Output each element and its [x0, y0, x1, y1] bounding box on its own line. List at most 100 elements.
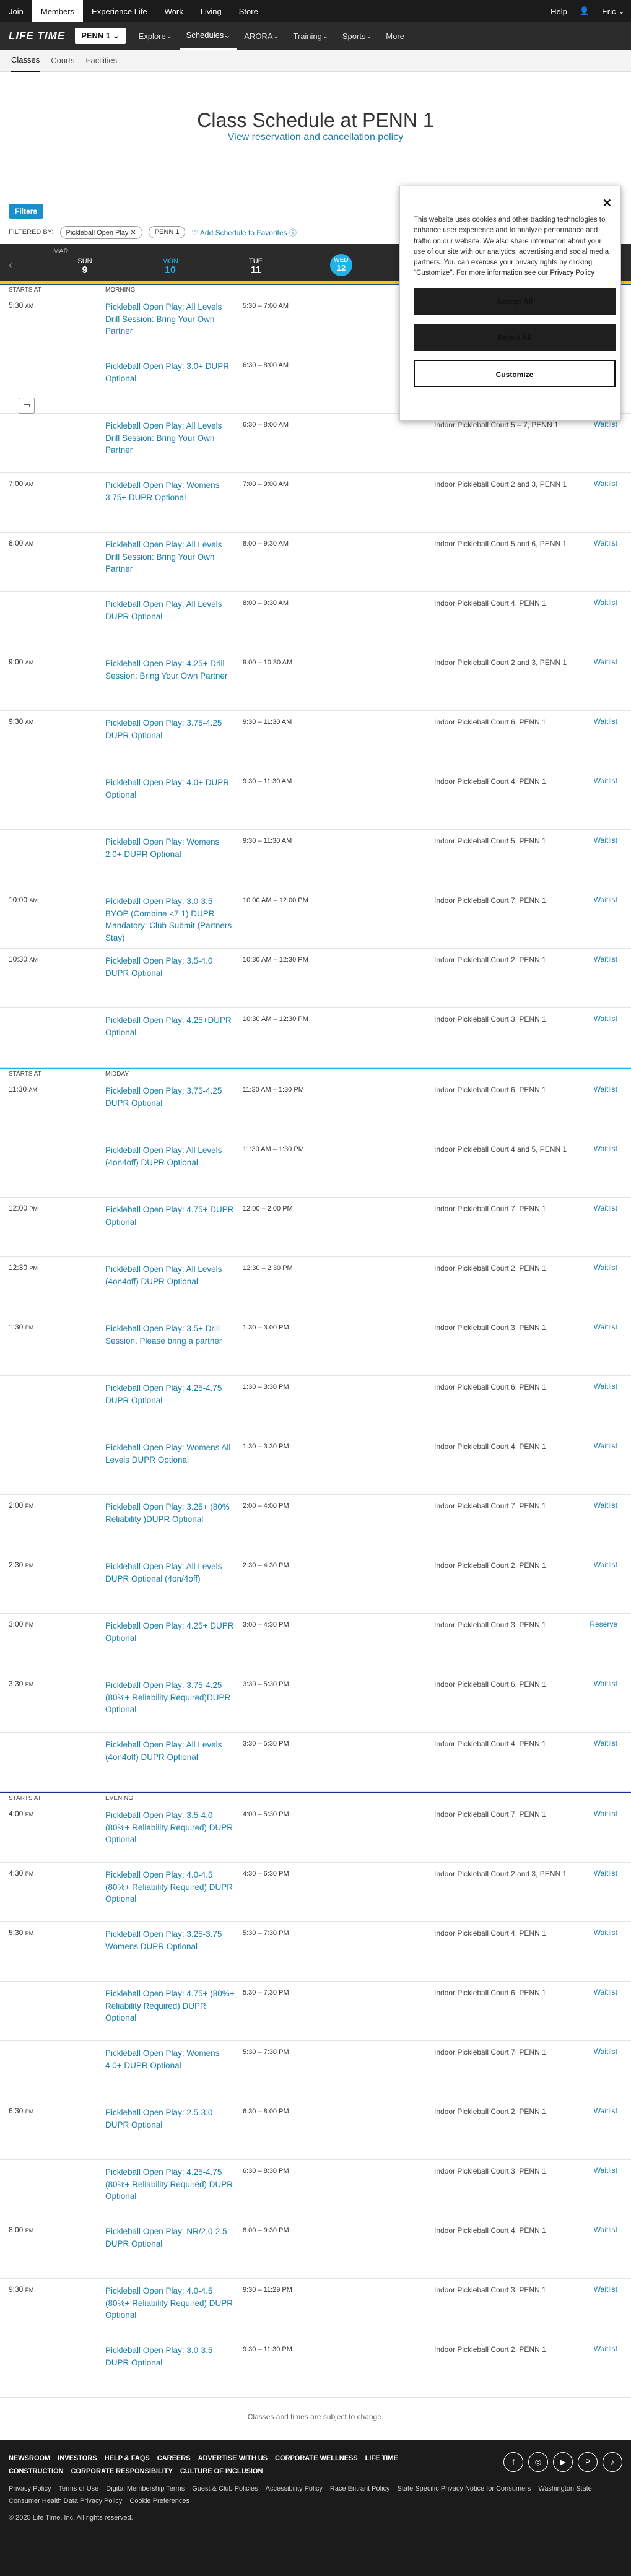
waitlist-button[interactable]: Waitlist	[589, 658, 626, 710]
class-name-link[interactable]: Pickleball Open Play: 3.0-3.5 DUPR Optio…	[105, 2344, 243, 2397]
waitlist-button[interactable]: Waitlist	[589, 1382, 626, 1435]
class-name-link[interactable]: Pickleball Open Play: 3.75-4.25 DUPR Opt…	[105, 717, 243, 770]
user-menu[interactable]: Eric ⌄	[596, 0, 631, 22]
class-name-link[interactable]: Pickleball Open Play: All Levels DUPR Op…	[105, 598, 243, 651]
waitlist-button[interactable]: Waitlist	[589, 1928, 626, 1981]
class-name-link[interactable]: Pickleball Open Play: NR/2.0-2.5 DUPR Op…	[105, 2226, 243, 2278]
waitlist-button[interactable]: Waitlist	[589, 2107, 626, 2159]
waitlist-button[interactable]: Waitlist	[589, 1263, 626, 1316]
waitlist-button[interactable]: Waitlist	[589, 1679, 626, 1732]
footer-link[interactable]: ADVERTISE WITH US	[198, 2455, 268, 2462]
waitlist-button[interactable]: Waitlist	[589, 1204, 626, 1256]
waitlist-button[interactable]: Waitlist	[589, 836, 626, 889]
accept-all-button[interactable]: Accept All	[414, 287, 616, 315]
filter-pill-club[interactable]: PENN 1	[148, 226, 186, 238]
nav-item-explore[interactable]: Explore ⌄	[132, 22, 180, 50]
feedback-icon[interactable]: ▭	[19, 398, 35, 414]
close-icon[interactable]: ✕	[131, 229, 136, 237]
class-name-link[interactable]: Pickleball Open Play: 3.75-4.25 (80%+ Re…	[105, 1679, 243, 1732]
day-sun[interactable]: SUN 9	[42, 258, 128, 281]
day-wed[interactable]: WED 12	[298, 254, 384, 281]
class-name-link[interactable]: Pickleball Open Play: All Levels (4on4of…	[105, 1144, 243, 1197]
day-tue[interactable]: TUE 11	[213, 258, 298, 281]
waitlist-button[interactable]: Waitlist	[589, 2047, 626, 2100]
legal-link[interactable]: Guest & Club Policies	[192, 2485, 258, 2492]
class-name-link[interactable]: Pickleball Open Play: 3.25-3.75 Womens D…	[105, 1928, 243, 1981]
waitlist-button[interactable]: Waitlist	[589, 2344, 626, 2397]
nav-item-training[interactable]: Training ⌄	[286, 22, 335, 50]
class-name-link[interactable]: Pickleball Open Play: All Levels Drill S…	[105, 301, 243, 354]
waitlist-button[interactable]: Waitlist	[589, 1739, 626, 1791]
reserve-button[interactable]: Reserve	[589, 1620, 626, 1673]
living-link[interactable]: Living	[192, 0, 230, 22]
waitlist-button[interactable]: Waitlist	[589, 1560, 626, 1613]
day-mon[interactable]: MON 10	[128, 258, 213, 281]
legal-link[interactable]: Privacy Policy	[9, 2485, 51, 2492]
footer-link[interactable]: CORPORATE WELLNESS	[275, 2455, 358, 2462]
footer-link[interactable]: HELP & FAQS	[105, 2455, 150, 2462]
youtube-icon[interactable]: ▶	[553, 2452, 573, 2472]
class-name-link[interactable]: Pickleball Open Play: 4.25+ DUPR Optiona…	[105, 1620, 243, 1673]
waitlist-button[interactable]: Waitlist	[589, 1442, 626, 1494]
reject-all-button[interactable]: Reject All	[414, 323, 616, 351]
add-favorites-link[interactable]: ♡ Add Schedule to Favorites ⓘ	[191, 227, 297, 238]
legal-link[interactable]: Accessibility Policy	[266, 2485, 323, 2492]
tiktok-icon[interactable]: ♪	[603, 2452, 622, 2472]
legal-link[interactable]: Digital Membership Terms	[106, 2485, 185, 2492]
class-name-link[interactable]: Pickleball Open Play: 3.5-4.0 DUPR Optio…	[105, 955, 243, 1007]
waitlist-button[interactable]: Waitlist	[589, 1144, 626, 1197]
class-name-link[interactable]: Pickleball Open Play: 4.25+DUPR Optional	[105, 1014, 243, 1067]
legal-link[interactable]: Race Entrant Policy	[330, 2485, 390, 2492]
privacy-policy-link[interactable]: Privacy Policy	[550, 269, 594, 277]
class-name-link[interactable]: Pickleball Open Play: 3.75-4.25 DUPR Opt…	[105, 1085, 243, 1138]
members-link[interactable]: Members	[32, 0, 84, 22]
class-name-link[interactable]: Pickleball Open Play: All Levels Drill S…	[105, 420, 243, 472]
waitlist-button[interactable]: Waitlist	[589, 777, 626, 829]
nav-item-more[interactable]: More	[379, 22, 411, 50]
facebook-icon[interactable]: f	[503, 2452, 523, 2472]
class-name-link[interactable]: Pickleball Open Play: All Levels Drill S…	[105, 539, 243, 591]
footer-link[interactable]: CORPORATE RESPONSIBILITY	[71, 2468, 173, 2475]
waitlist-button[interactable]: Waitlist	[589, 2285, 626, 2338]
legal-link[interactable]: State Specific Privacy Notice for Consum…	[398, 2485, 531, 2492]
work-link[interactable]: Work	[156, 0, 192, 22]
waitlist-button[interactable]: Waitlist	[589, 1014, 626, 1067]
class-name-link[interactable]: Pickleball Open Play: 3.0+ DUPR Optional	[105, 360, 243, 413]
class-name-link[interactable]: Pickleball Open Play: 4.25-4.75 DUPR Opt…	[105, 1382, 243, 1435]
waitlist-button[interactable]: Waitlist	[589, 1085, 626, 1138]
waitlist-button[interactable]: Waitlist	[589, 955, 626, 1007]
class-name-link[interactable]: Pickleball Open Play: Womens 4.0+ DUPR O…	[105, 2047, 243, 2100]
footer-link[interactable]: NEWSROOM	[9, 2455, 50, 2462]
customize-button[interactable]: Customize	[414, 359, 616, 387]
logo[interactable]: LIFE TIME	[9, 30, 65, 42]
legal-link[interactable]: Cookie Preferences	[129, 2497, 189, 2505]
footer-link[interactable]: CULTURE OF INCLUSION	[180, 2468, 263, 2475]
tab-classes[interactable]: Classes	[11, 49, 40, 72]
user-icon[interactable]: 👤	[573, 0, 596, 22]
class-name-link[interactable]: Pickleball Open Play: All Levels (4on4of…	[105, 1263, 243, 1316]
waitlist-button[interactable]: Waitlist	[589, 1323, 626, 1375]
class-name-link[interactable]: Pickleball Open Play: All Levels (4on4of…	[105, 1739, 243, 1791]
class-name-link[interactable]: Pickleball Open Play: Womens 2.0+ DUPR O…	[105, 836, 243, 889]
waitlist-button[interactable]: Waitlist	[589, 420, 626, 472]
waitlist-button[interactable]: Waitlist	[589, 2166, 626, 2219]
class-name-link[interactable]: Pickleball Open Play: 4.0+ DUPR Optional	[105, 777, 243, 829]
nav-item-sports[interactable]: Sports ⌄	[336, 22, 379, 50]
filter-pill-activity[interactable]: Pickleball Open Play ✕	[59, 225, 142, 239]
waitlist-button[interactable]: Waitlist	[589, 2226, 626, 2278]
help-link[interactable]: Help	[544, 0, 573, 22]
waitlist-button[interactable]: Waitlist	[589, 1988, 626, 2040]
instagram-icon[interactable]: ◎	[528, 2452, 548, 2472]
class-name-link[interactable]: Pickleball Open Play: 4.75+ (80%+ Reliab…	[105, 1988, 243, 2040]
experience-life-link[interactable]: Experience Life	[83, 0, 156, 22]
store-link[interactable]: Store	[230, 0, 267, 22]
tab-facilities[interactable]: Facilities	[86, 50, 118, 71]
filters-button[interactable]: Filters	[9, 204, 44, 219]
class-name-link[interactable]: Pickleball Open Play: 4.25-4.75 (80%+ Re…	[105, 2166, 243, 2219]
class-name-link[interactable]: Pickleball Open Play: All Levels DUPR Op…	[105, 1560, 243, 1613]
class-name-link[interactable]: Pickleball Open Play: 4.75+ DUPR Optiona…	[105, 1204, 243, 1256]
waitlist-button[interactable]: Waitlist	[589, 1809, 626, 1862]
waitlist-button[interactable]: Waitlist	[589, 1869, 626, 1921]
tab-courts[interactable]: Courts	[51, 50, 74, 71]
class-name-link[interactable]: Pickleball Open Play: 3.0-3.5 BYOP (Comb…	[105, 895, 243, 948]
